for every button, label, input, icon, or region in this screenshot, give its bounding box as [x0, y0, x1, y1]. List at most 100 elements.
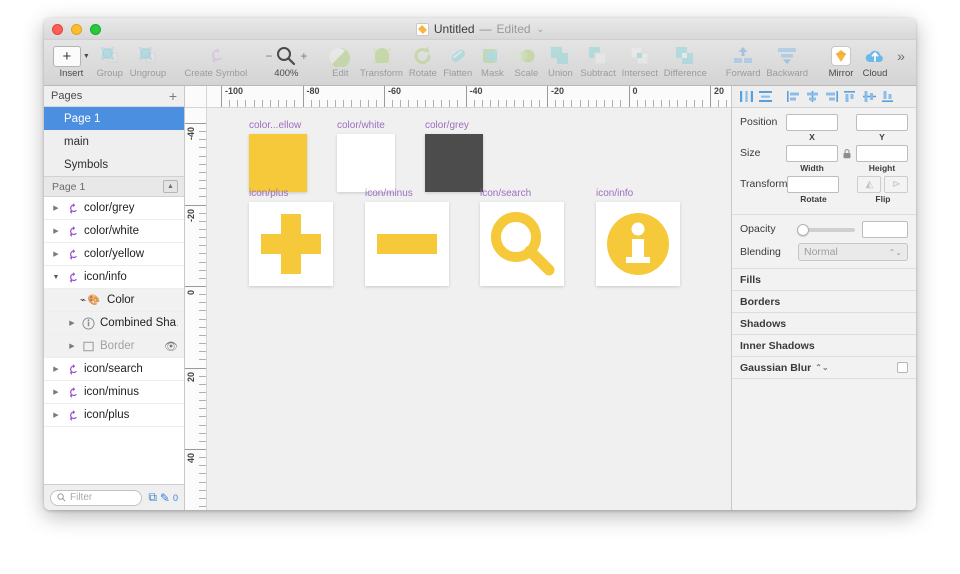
- layer-row[interactable]: ▶ color/white: [44, 220, 184, 243]
- toolbar-rotate[interactable]: Rotate: [406, 43, 440, 79]
- collapse-layers-button[interactable]: ▲: [163, 180, 178, 193]
- toolbar-forward[interactable]: Forward: [723, 43, 764, 79]
- toolbar-cloud[interactable]: Cloud: [858, 43, 892, 79]
- inspector-section-fills[interactable]: Fills: [732, 269, 916, 291]
- chevron-down-icon[interactable]: ⌄: [537, 24, 545, 35]
- toolbar-overflow-button[interactable]: »: [892, 43, 910, 69]
- duplicate-icon[interactable]: ⧉: [148, 490, 157, 505]
- align-right-icon[interactable]: [822, 89, 840, 105]
- artboard-label[interactable]: color...ellow: [249, 120, 301, 131]
- artboard-label[interactable]: icon/search: [480, 188, 531, 199]
- layer-row[interactable]: ▶ icon/plus: [44, 404, 184, 427]
- distribute-vertically-icon[interactable]: [756, 89, 774, 105]
- disclosure-triangle-icon[interactable]: ▶: [48, 365, 64, 373]
- visibility-eye-icon[interactable]: 👁: [164, 340, 178, 353]
- layer-row[interactable]: ⌁ 🎨 Color: [44, 289, 184, 312]
- blending-select[interactable]: Normal ⌃⌄: [798, 243, 908, 261]
- layer-row[interactable]: ▼ icon/info: [44, 266, 184, 289]
- size-width-sublabel: Width: [800, 163, 824, 173]
- disclosure-triangle-icon[interactable]: ▶: [64, 342, 80, 350]
- rotate-field[interactable]: [787, 176, 840, 193]
- chevron-updown-icon[interactable]: ⌃⌄: [815, 363, 828, 372]
- disclosure-triangle-icon[interactable]: ▶: [48, 204, 64, 212]
- toolbar-edit[interactable]: Edit: [323, 43, 357, 79]
- page-row-symbols[interactable]: Symbols: [44, 153, 184, 176]
- artboard-label[interactable]: icon/plus: [249, 188, 288, 199]
- filter-input[interactable]: Filter: [50, 489, 143, 506]
- artboard[interactable]: [480, 202, 564, 286]
- align-bottom-icon[interactable]: [879, 89, 897, 105]
- disclosure-triangle-icon[interactable]: ▶: [48, 250, 64, 258]
- align-left-icon[interactable]: [784, 89, 802, 105]
- toolbar-union[interactable]: Union: [543, 43, 577, 79]
- layer-row[interactable]: ▶ icon/search: [44, 358, 184, 381]
- page-row-page-1[interactable]: Page 1: [44, 107, 184, 130]
- toolbar-insert[interactable]: + ▼ Insert: [50, 43, 93, 79]
- layer-row[interactable]: ▶ Combined Sha…: [44, 312, 184, 335]
- toolbar-group[interactable]: Group: [93, 43, 127, 79]
- artboard-label[interactable]: color/white: [337, 120, 385, 131]
- disclosure-triangle-icon[interactable]: ▼: [48, 274, 64, 281]
- artboard[interactable]: [337, 134, 395, 192]
- distribute-horizontally-icon[interactable]: [737, 89, 755, 105]
- artboard[interactable]: [249, 134, 307, 192]
- align-middle-icon[interactable]: [860, 89, 878, 105]
- toolbar-subtract[interactable]: Subtract: [577, 43, 618, 79]
- toolbar-ungroup[interactable]: Ungroup: [127, 43, 169, 79]
- toolbar-label: Edit: [332, 68, 349, 79]
- artboard-label[interactable]: icon/minus: [365, 188, 413, 199]
- layer-row[interactable]: ▶ icon/minus: [44, 381, 184, 404]
- size-width-field[interactable]: [786, 145, 838, 162]
- opacity-slider[interactable]: [797, 223, 855, 236]
- layer-row[interactable]: ▶ color/yellow: [44, 243, 184, 266]
- inspector-section-gaussian-blur[interactable]: Gaussian Blur ⌃⌄: [732, 357, 916, 379]
- align-center-icon[interactable]: [803, 89, 821, 105]
- toolbar-intersect[interactable]: Intersect: [619, 43, 661, 79]
- toolbar-zoom[interactable]: − + 400%: [263, 43, 311, 79]
- align-top-icon[interactable]: [841, 89, 859, 105]
- artboard-label[interactable]: color/grey: [425, 120, 469, 131]
- inspector-section-inner-shadows[interactable]: Inner Shadows: [732, 335, 916, 357]
- toolbar-difference[interactable]: Difference: [661, 43, 710, 79]
- horizontal-ruler[interactable]: -100 -80 -60 -40 -20 0 20: [207, 86, 731, 108]
- disclosure-triangle-icon[interactable]: ▶: [48, 388, 64, 396]
- inspector-section-borders[interactable]: Borders: [732, 291, 916, 313]
- section-checkbox[interactable]: [897, 362, 908, 373]
- zoom-out-button[interactable]: −: [265, 49, 272, 63]
- artboard[interactable]: [365, 202, 449, 286]
- add-page-button[interactable]: +: [169, 89, 177, 103]
- symbol-icon: [69, 409, 77, 421]
- inspector-section-shadows[interactable]: Shadows: [732, 313, 916, 335]
- toolbar-flatten[interactable]: Flatten: [440, 43, 475, 79]
- pen-icon[interactable]: ✎: [160, 491, 170, 505]
- canvas-area[interactable]: -100-80-60-40-20020 -40-200204060 color.…: [185, 86, 731, 510]
- toolbar-backward[interactable]: Backward: [764, 43, 811, 79]
- zoom-in-button[interactable]: +: [300, 49, 307, 63]
- disclosure-triangle-icon[interactable]: ▶: [48, 411, 64, 419]
- toolbar-create-symbol[interactable]: Create Symbol: [182, 43, 249, 79]
- toolbar-mirror[interactable]: Mirror: [824, 43, 858, 79]
- lock-icon[interactable]: [841, 145, 853, 162]
- artboard-label[interactable]: icon/info: [596, 188, 633, 199]
- artboard[interactable]: [425, 134, 483, 192]
- toolbar-scale[interactable]: Scale: [509, 43, 543, 79]
- layer-row[interactable]: ▶ color/grey: [44, 197, 184, 220]
- toolbar-mask[interactable]: Mask: [475, 43, 509, 79]
- position-y-field[interactable]: [856, 114, 908, 131]
- disclosure-triangle-icon[interactable]: ▶: [64, 319, 80, 327]
- disclosure-triangle-icon[interactable]: ▶: [48, 227, 64, 235]
- size-height-field[interactable]: [856, 145, 908, 162]
- opacity-field[interactable]: [862, 221, 908, 238]
- artboard[interactable]: [596, 202, 680, 286]
- flip-horizontal-button[interactable]: ◭: [857, 176, 882, 193]
- flip-vertical-button[interactable]: ⊳: [884, 176, 909, 193]
- toolbar-transform[interactable]: Transform: [357, 43, 405, 79]
- layer-row[interactable]: ▶ Border 👁: [44, 335, 184, 358]
- artboard[interactable]: [249, 202, 333, 286]
- position-x-field[interactable]: [786, 114, 838, 131]
- opacity-slider-knob[interactable]: [797, 223, 809, 236]
- page-row-main[interactable]: main: [44, 130, 184, 153]
- canvas-surface[interactable]: color...ellow color/white color/grey icon/p…: [207, 108, 731, 510]
- toolbar-label: Cloud: [862, 68, 888, 79]
- vertical-ruler[interactable]: -40-200204060: [185, 108, 207, 510]
